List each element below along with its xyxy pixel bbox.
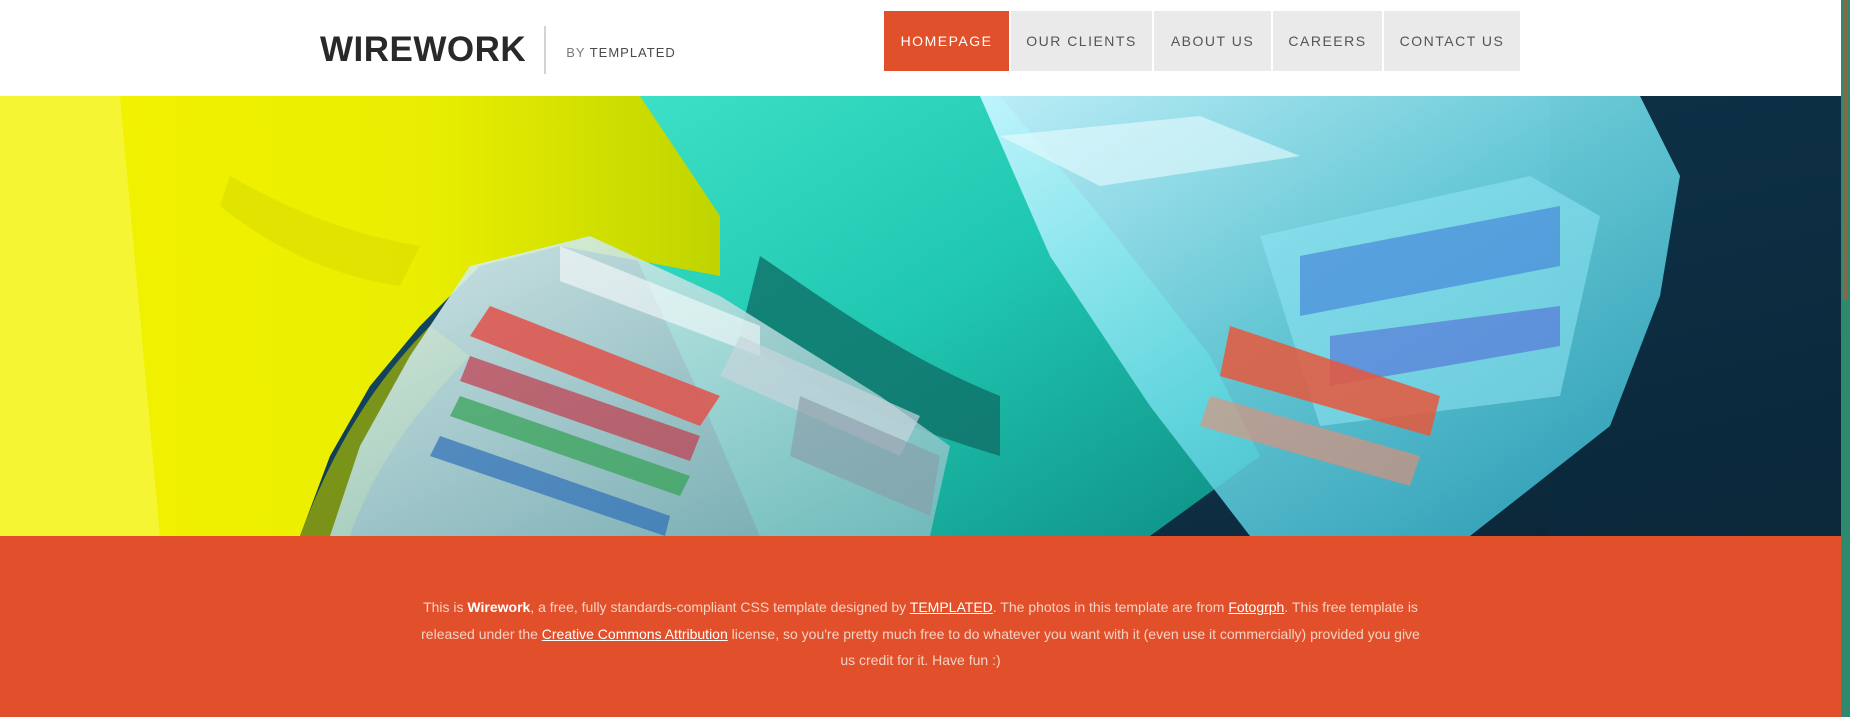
footer-text-part: This is [423, 599, 468, 615]
byline-prefix: BY [566, 44, 586, 60]
site-header: WIREWORK BY TEMPLATED HOMEPAGE OUR CLIEN… [0, 0, 1841, 96]
scrollbar-thumb[interactable] [1843, 0, 1848, 300]
nav-item-about-us[interactable]: ABOUT US [1154, 11, 1271, 71]
nav-item-homepage[interactable]: HOMEPAGE [884, 11, 1009, 71]
license-link[interactable]: Creative Commons Attribution [542, 626, 728, 642]
byline-brand: TEMPLATED [589, 44, 676, 60]
logo[interactable]: WIREWORK BY TEMPLATED [320, 26, 676, 74]
scrollbar[interactable] [1841, 0, 1850, 717]
nav-item-careers[interactable]: CAREERS [1273, 11, 1382, 71]
footer-text-part: . The photos in this template are from [992, 599, 1229, 615]
nav-item-contact-us[interactable]: CONTACT US [1384, 11, 1520, 71]
page: WIREWORK BY TEMPLATED HOMEPAGE OUR CLIEN… [0, 0, 1841, 717]
footer-brand: Wirework [467, 599, 531, 615]
footer-text-part: , a free, fully standards-compliant CSS … [530, 599, 910, 615]
main-nav: HOMEPAGE OUR CLIENTS ABOUT US CAREERS CO… [884, 11, 1520, 71]
templated-link[interactable]: TEMPLATED [910, 599, 993, 615]
nav-item-our-clients[interactable]: OUR CLIENTS [1011, 11, 1152, 71]
fotogrph-link[interactable]: Fotogrph [1228, 599, 1284, 615]
footer-text: This is Wirework, a free, fully standard… [420, 594, 1421, 674]
site-footer: This is Wirework, a free, fully standard… [0, 536, 1841, 717]
footer-text-part: license, so you're pretty much free to d… [727, 625, 1420, 669]
logo-byline: BY TEMPLATED [566, 45, 676, 60]
hero-image [0, 96, 1841, 536]
logo-divider [544, 26, 547, 74]
logo-title[interactable]: WIREWORK [320, 30, 526, 70]
hero-banner [0, 96, 1841, 536]
